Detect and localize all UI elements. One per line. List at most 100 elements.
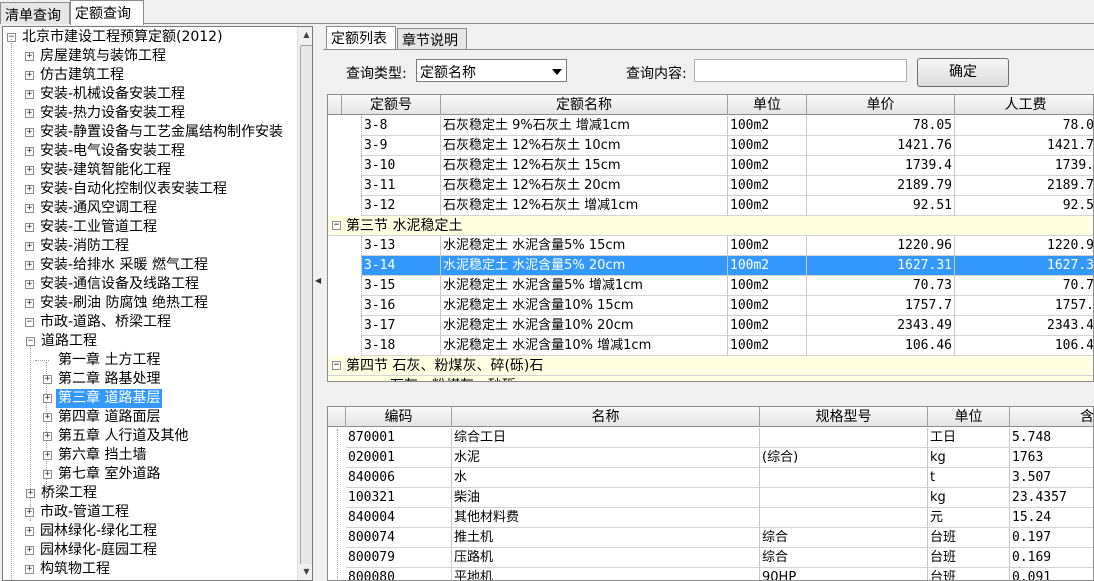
- expand-icon[interactable]: +: [25, 261, 34, 270]
- tree-item[interactable]: + 安装-工业管道工程: [3, 218, 297, 237]
- collapse-icon[interactable]: −: [332, 361, 341, 370]
- resource-row[interactable]: 020001 水泥 (综合) kg 1763: [328, 448, 1093, 468]
- tree-item[interactable]: + 安装-建筑智能化工程: [3, 161, 297, 180]
- tree-item[interactable]: + 仿古建筑工程: [3, 66, 297, 85]
- scroll-up-icon[interactable]: ▲: [299, 27, 312, 43]
- quota-row[interactable]: 3-15 水泥稳定土 水泥含量5% 增减1cm 100m2 70.73 70.7: [328, 276, 1093, 296]
- confirm-button[interactable]: 确定: [917, 58, 1009, 87]
- expand-icon[interactable]: +: [25, 299, 34, 308]
- quota-row[interactable]: 3-11 石灰稳定土 12%石灰土 20cm 100m2 2189.79 2189.7: [328, 176, 1093, 196]
- tree-item[interactable]: + 第二章 路基处理: [3, 370, 297, 389]
- tree-item[interactable]: + 安装-消防工程: [3, 237, 297, 256]
- resource-row[interactable]: 840004 其他材料费 元 15.24: [328, 508, 1093, 528]
- tree-item[interactable]: + 构筑物工程: [3, 560, 297, 579]
- quota-row[interactable]: 3-8 石灰稳定土 9%石灰土 增减1cm 100m2 78.05 78.0: [328, 116, 1093, 136]
- tree-scrollbar[interactable]: ▲ ▼: [297, 27, 312, 580]
- expand-icon[interactable]: +: [43, 375, 52, 384]
- expand-icon[interactable]: +: [25, 185, 34, 194]
- expand-icon[interactable]: +: [25, 90, 34, 99]
- quota-row[interactable]: 3-10 石灰稳定土 12%石灰土 15cm 100m2 1739.4 1739.: [328, 156, 1093, 176]
- query-content-input[interactable]: [694, 59, 907, 82]
- expand-icon[interactable]: +: [25, 52, 34, 61]
- tree-item[interactable]: + 市政-管道工程: [3, 503, 297, 522]
- expand-icon[interactable]: +: [26, 489, 35, 498]
- tree-item[interactable]: + 安装-通风空调工程: [3, 199, 297, 218]
- tree-item[interactable]: − 市政-道路、桥梁工程: [3, 313, 297, 332]
- tree-item[interactable]: + 房屋建筑与装饰工程: [3, 47, 297, 66]
- tree-item[interactable]: + 第六章 挡土墙: [3, 446, 297, 465]
- col-quota-name[interactable]: 定额名称: [441, 95, 728, 115]
- tree-item[interactable]: + 第三章 道路基层: [3, 389, 297, 408]
- resource-row[interactable]: 800080 平地机 90HP 台班 0.091: [328, 568, 1093, 580]
- expand-icon[interactable]: +: [43, 432, 52, 441]
- col-res-code[interactable]: 编码: [346, 407, 452, 427]
- section-row[interactable]: − 第三节 水泥稳定土: [328, 216, 1093, 236]
- expand-icon[interactable]: +: [43, 470, 52, 479]
- tree-item[interactable]: + 第七章 室外道路: [3, 465, 297, 484]
- query-type-select[interactable]: 定额名称: [416, 59, 567, 82]
- section-row[interactable]: − 第四节 石灰、粉煤灰、碎(砾)石: [328, 356, 1093, 376]
- expand-icon[interactable]: +: [25, 223, 34, 232]
- tree-item[interactable]: + 安装-静置设备与工艺金属结构制作安装: [3, 123, 297, 142]
- collapse-icon[interactable]: −: [25, 318, 34, 327]
- quota-row[interactable]: 3-16 水泥稳定土 水泥含量10% 15cm 100m2 1757.7 1757.: [328, 296, 1093, 316]
- expand-icon[interactable]: +: [25, 242, 34, 251]
- scroll-down-icon[interactable]: ▼: [299, 564, 312, 580]
- tree-item[interactable]: + 安装-热力设备安装工程: [3, 104, 297, 123]
- expand-icon[interactable]: +: [25, 128, 34, 137]
- quota-row[interactable]: 3-13 水泥稳定土 水泥含量5% 15cm 100m2 1220.96 1220.9: [328, 236, 1093, 256]
- quota-row[interactable]: 3-18 水泥稳定土 水泥含量10% 增减1cm 100m2 106.46 106.4: [328, 336, 1093, 356]
- tree-item[interactable]: +第一章 土方工程: [3, 351, 297, 370]
- col-unit-price[interactable]: 单价: [807, 95, 955, 115]
- expand-icon[interactable]: +: [25, 565, 34, 574]
- expand-icon[interactable]: +: [25, 546, 34, 555]
- resource-row[interactable]: 840006 水 t 3.507: [328, 468, 1093, 488]
- tree-root[interactable]: − 北京市建设工程预算定额(2012): [3, 28, 297, 47]
- quota-row[interactable]: 3-17 水泥稳定土 水泥含量10% 20cm 100m2 2343.49 2343.4: [328, 316, 1093, 336]
- tree-item[interactable]: + 安装-刷油 防腐蚀 绝热工程: [3, 294, 297, 313]
- expand-icon[interactable]: +: [25, 204, 34, 213]
- col-res-name[interactable]: 名称: [452, 407, 760, 427]
- panel-splitter[interactable]: ◀: [314, 26, 322, 581]
- expand-icon[interactable]: +: [43, 394, 52, 403]
- expand-icon[interactable]: +: [25, 109, 34, 118]
- expand-icon[interactable]: +: [25, 527, 34, 536]
- collapse-icon[interactable]: −: [26, 337, 35, 346]
- expand-icon[interactable]: +: [25, 71, 34, 80]
- resource-row[interactable]: 800074 推土机 综合 台班 0.197: [328, 528, 1093, 548]
- expand-icon[interactable]: +: [25, 166, 34, 175]
- quota-row[interactable]: 3-14 水泥稳定土 水泥含量5% 20cm 100m2 1627.31 1627.3: [328, 256, 1093, 276]
- tab-section-notes[interactable]: 章节说明: [397, 28, 467, 50]
- col-unit[interactable]: 单位: [728, 95, 807, 115]
- quota-row[interactable]: 3-12 石灰稳定土 12%石灰土 增减1cm 100m2 92.51 92.5: [328, 196, 1093, 216]
- tree-item[interactable]: + 第四章 道路面层: [3, 408, 297, 427]
- col-quota-code[interactable]: 定额号: [342, 95, 441, 115]
- tree-item[interactable]: + 安装-机械设备安装工程: [3, 85, 297, 104]
- tree-item[interactable]: + 第五章 人行道及其他: [3, 427, 297, 446]
- expand-icon[interactable]: +: [43, 451, 52, 460]
- tree-item[interactable]: + 园林绿化-绿化工程: [3, 522, 297, 541]
- scroll-thumb[interactable]: [300, 45, 312, 565]
- collapse-icon[interactable]: −: [332, 221, 341, 230]
- col-res-spec[interactable]: 规格型号: [760, 407, 928, 427]
- dropdown-arrow-icon[interactable]: [552, 69, 562, 75]
- tree-item[interactable]: + 安装-电气设备安装工程: [3, 142, 297, 161]
- tab-bill-query[interactable]: 清单查询: [0, 2, 70, 24]
- collapse-icon[interactable]: −: [350, 381, 355, 382]
- tab-quota-list[interactable]: 定额列表: [326, 26, 396, 50]
- resource-row[interactable]: 100321 柴油 kg 23.4357: [328, 488, 1093, 508]
- tab-quota-query[interactable]: 定额查询: [70, 0, 144, 25]
- tree-item[interactable]: − 道路工程: [3, 332, 297, 351]
- collapse-left-icon[interactable]: ◀: [315, 276, 321, 285]
- tree-item[interactable]: + 安装-通信设备及线路工程: [3, 275, 297, 294]
- subsection-row[interactable]: − 一、石灰、粉煤灰、砂砾: [328, 376, 1093, 382]
- expand-icon[interactable]: +: [43, 413, 52, 422]
- expand-icon[interactable]: +: [25, 508, 34, 517]
- col-labor-cost[interactable]: 人工费: [955, 95, 1093, 115]
- tree-item[interactable]: + 安装-给排水 采暖 燃气工程: [3, 256, 297, 275]
- col-res-unit[interactable]: 单位: [928, 407, 1010, 427]
- expand-icon[interactable]: +: [25, 147, 34, 156]
- resource-row[interactable]: 870001 综合工日 工日 5.748: [328, 428, 1093, 448]
- col-res-qty[interactable]: 含: [1010, 407, 1093, 427]
- tree-item[interactable]: + 桥梁工程: [3, 484, 297, 503]
